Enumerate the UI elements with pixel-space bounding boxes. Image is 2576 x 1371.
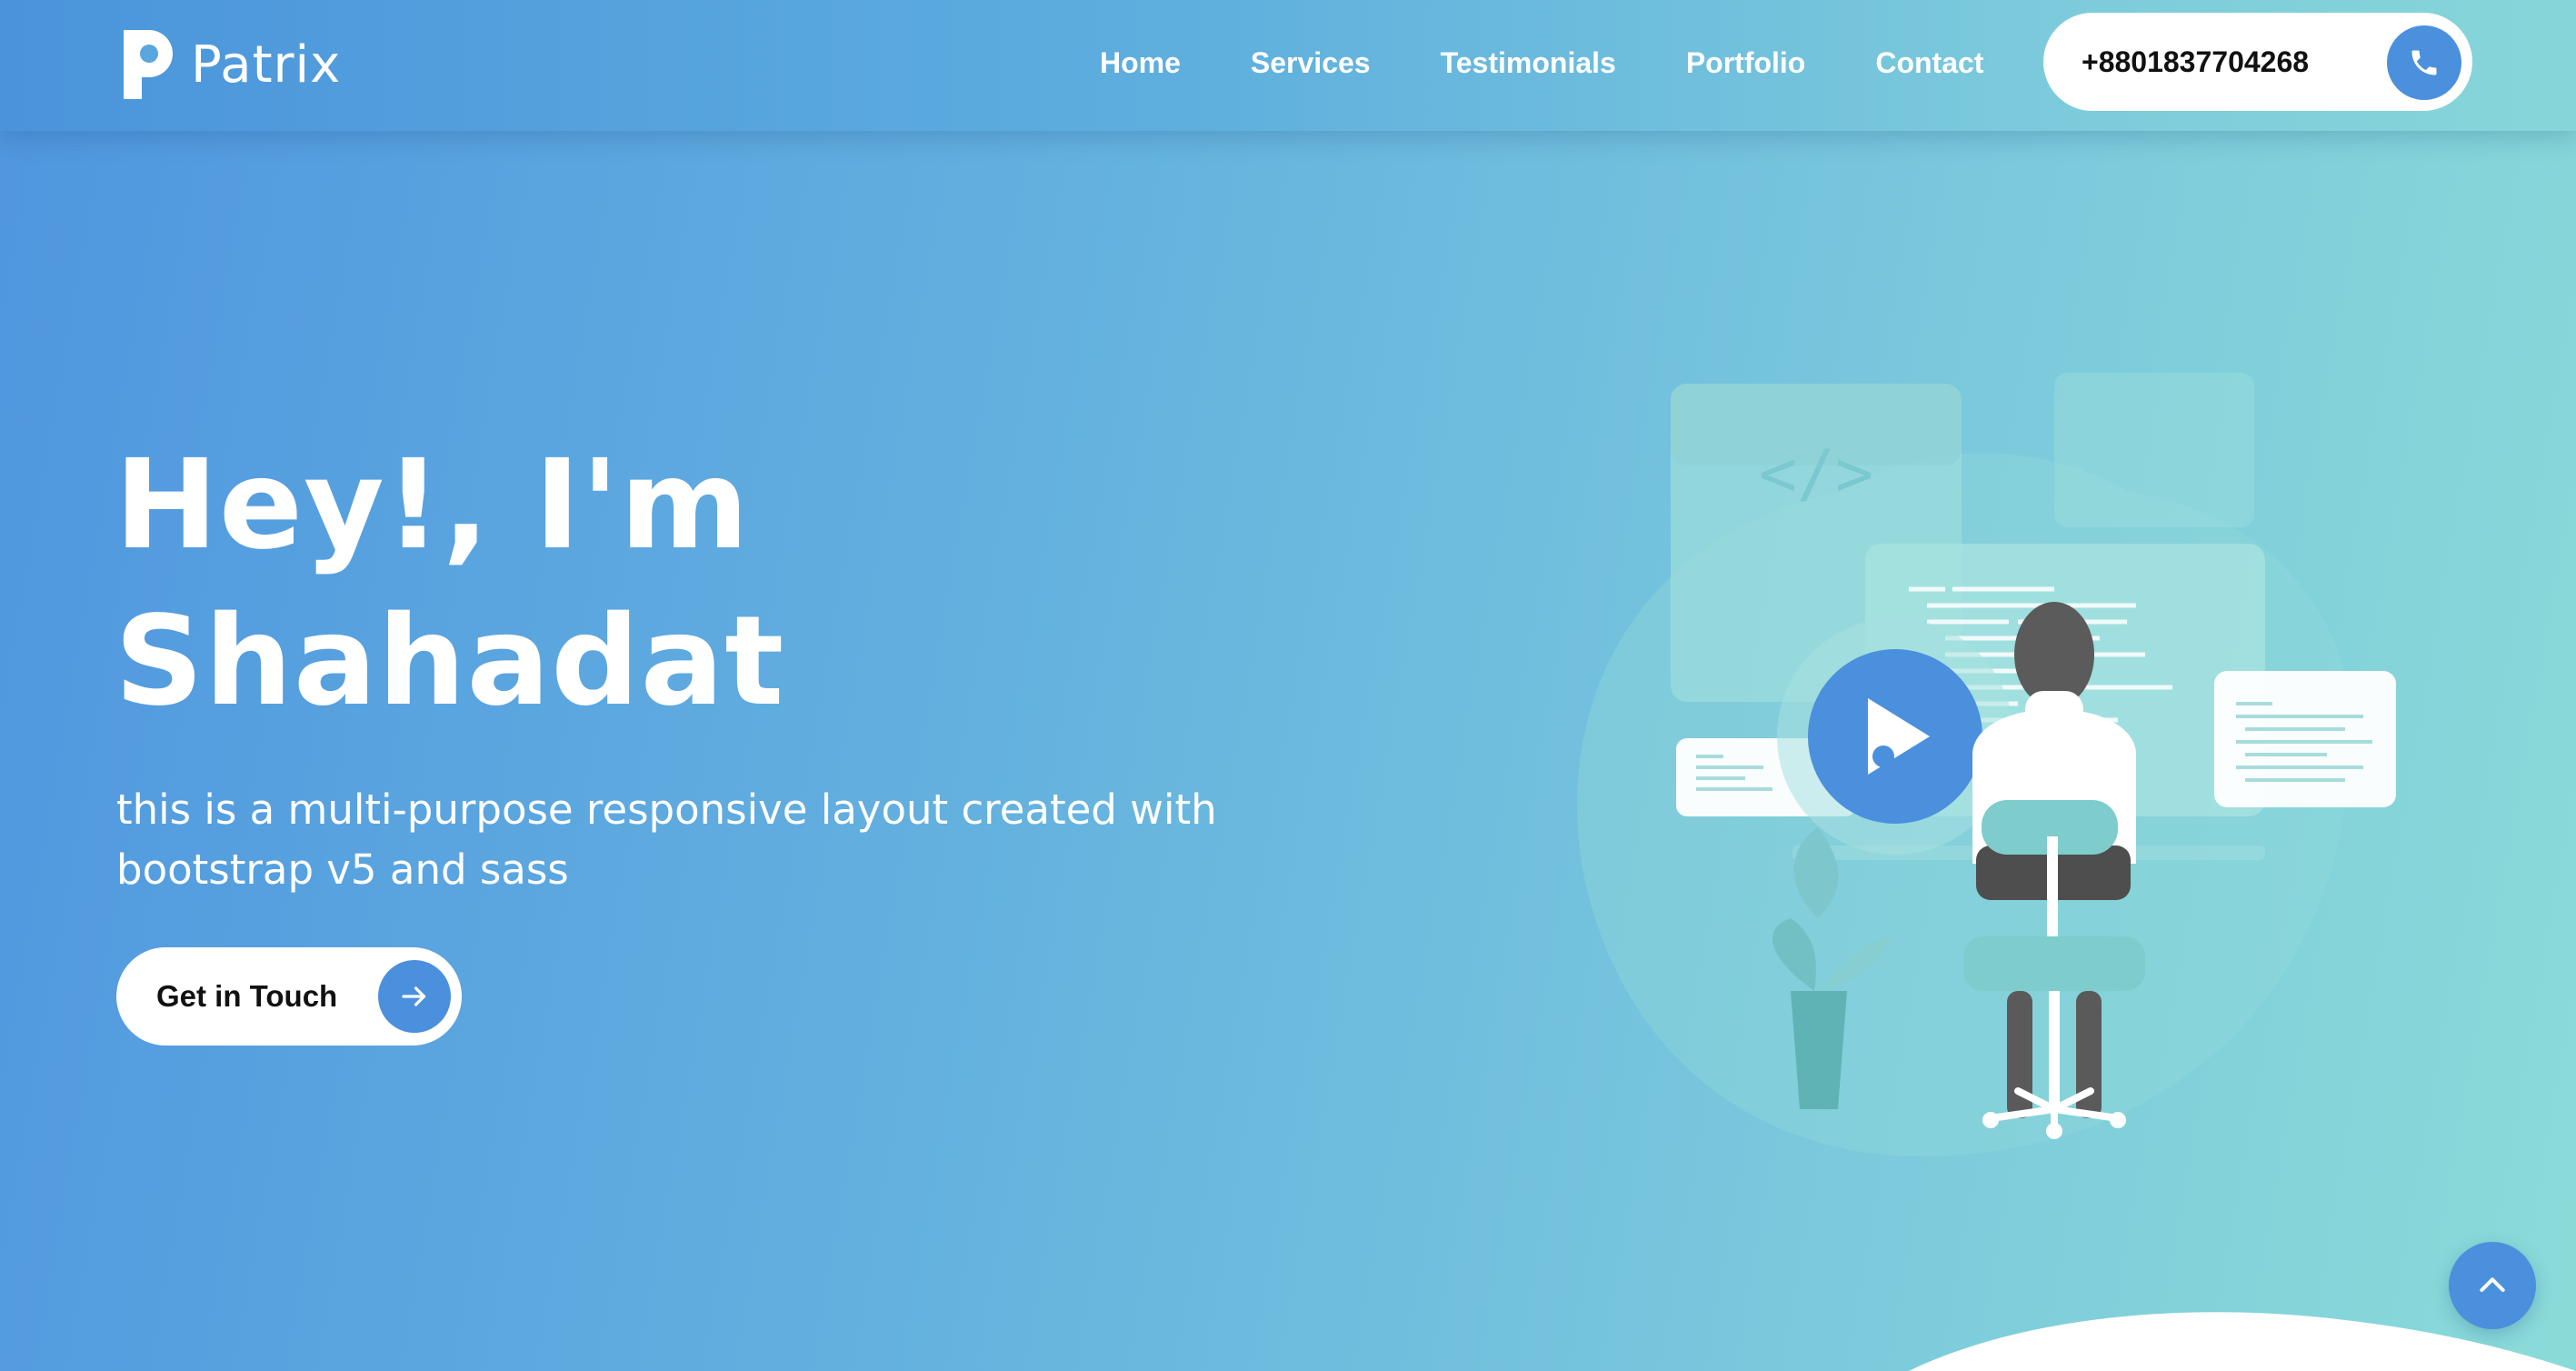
- cta-arrow-button: [378, 960, 451, 1033]
- nav-link-services[interactable]: Services: [1251, 46, 1371, 80]
- hero-title: Hey!, I'm Shahadat: [115, 427, 784, 740]
- cta-label: Get in Touch: [156, 979, 338, 1013]
- nav-link-contact[interactable]: Contact: [1875, 46, 1983, 80]
- brand-name: Patrix: [191, 35, 342, 95]
- brand-logo[interactable]: Patrix: [118, 24, 341, 105]
- hero-subtitle: this is a multi-purpose responsive layou…: [116, 786, 1217, 894]
- arrow-right-icon: [402, 986, 426, 1006]
- section-wave-divider: [1909, 1312, 2576, 1371]
- get-in-touch-button[interactable]: Get in Touch: [116, 947, 462, 1046]
- phone-button[interactable]: [2387, 25, 2461, 100]
- phone-icon: [2411, 50, 2437, 75]
- nav-link-portfolio[interactable]: Portfolio: [1686, 46, 1806, 80]
- hero-title-line-1: Hey!, I'm: [115, 434, 750, 577]
- nav-link-home[interactable]: Home: [1100, 46, 1181, 80]
- nav-link-testimonials[interactable]: Testimonials: [1441, 46, 1616, 80]
- svg-text:</>: </>: [1759, 436, 1873, 511]
- phone-contact[interactable]: +8801837704268: [2043, 13, 2472, 111]
- phone-number: +8801837704268: [2082, 45, 2310, 78]
- hero-title-line-2: Shahadat: [115, 590, 785, 734]
- letter-p-logo-icon: [124, 30, 173, 99]
- navbar: Patrix Home Services Testimonials Portfo…: [0, 0, 2576, 131]
- nav-menu: Home Services Testimonials Portfolio Con…: [1100, 0, 1983, 125]
- chevron-up-icon: [2480, 1277, 2505, 1292]
- developer-at-desk-illustration: </>: [1577, 373, 2396, 1157]
